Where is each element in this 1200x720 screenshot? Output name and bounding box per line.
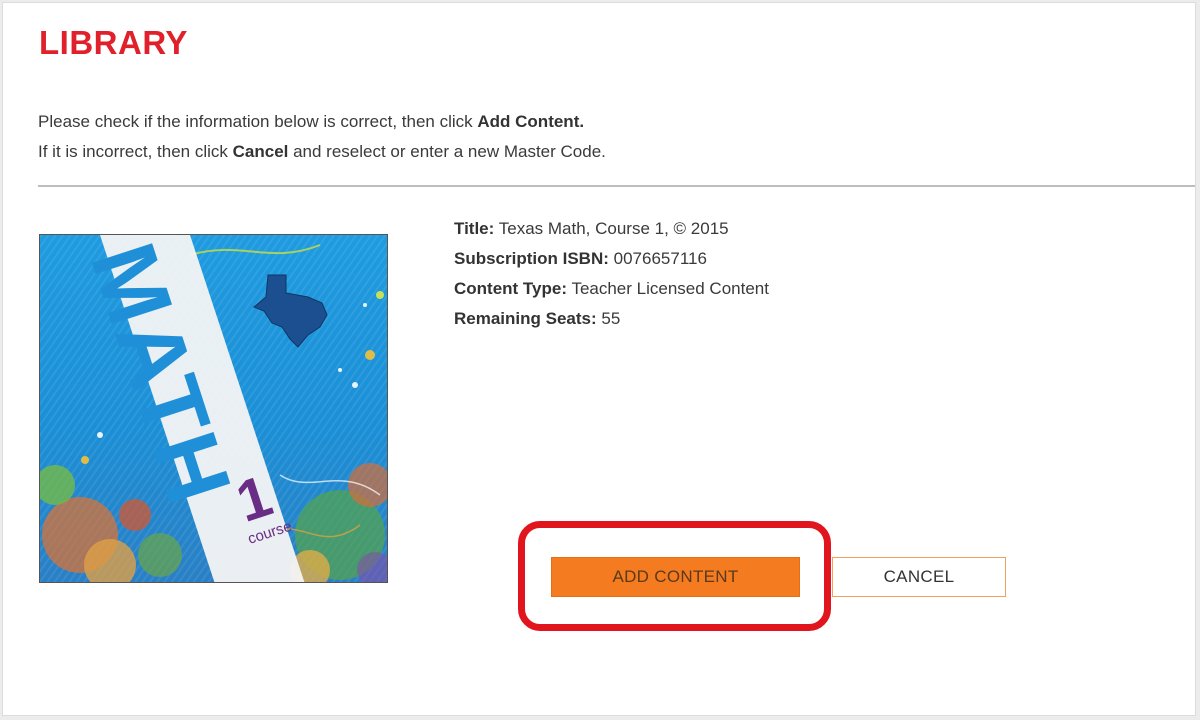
- detail-label: Remaining Seats:: [454, 309, 597, 328]
- instruction-emphasis-add: Add Content.: [477, 112, 585, 131]
- detail-remaining-seats: Remaining Seats: 55: [454, 304, 769, 334]
- detail-value: Texas Math, Course 1, © 2015: [498, 219, 729, 238]
- instruction-text: If it is incorrect, then click: [38, 142, 233, 161]
- book-cover-image: MATH 1 course: [39, 234, 388, 583]
- page-title: LIBRARY: [39, 24, 188, 61]
- divider: [38, 185, 1195, 187]
- instruction-line-1: Please check if the information below is…: [38, 107, 606, 137]
- cancel-button[interactable]: CANCEL: [832, 557, 1006, 597]
- detail-label: Content Type:: [454, 279, 568, 298]
- instructions: Please check if the information below is…: [38, 107, 606, 167]
- detail-value: 55: [601, 309, 621, 328]
- instruction-emphasis-cancel: Cancel: [232, 142, 289, 161]
- instruction-text: and reselect or enter a new Master Code.: [288, 142, 606, 161]
- library-panel: LIBRARY Please check if the information …: [2, 2, 1196, 716]
- detail-isbn: Subscription ISBN: 0076657116: [454, 244, 769, 274]
- add-content-button[interactable]: ADD CONTENT: [551, 557, 800, 597]
- detail-label: Title:: [454, 219, 495, 238]
- content-details: Title: Texas Math, Course 1, © 2015 Subs…: [454, 214, 769, 334]
- book-cover-art: MATH 1 course: [40, 235, 387, 582]
- detail-title: Title: Texas Math, Course 1, © 2015: [454, 214, 769, 244]
- detail-content-type: Content Type: Teacher Licensed Content: [454, 274, 769, 304]
- detail-label: Subscription ISBN:: [454, 249, 609, 268]
- instruction-line-2: If it is incorrect, then click Cancel an…: [38, 137, 606, 167]
- detail-value: Teacher Licensed Content: [571, 279, 769, 298]
- instruction-text: Please check if the information below is…: [38, 112, 478, 131]
- detail-value: 0076657116: [613, 249, 707, 268]
